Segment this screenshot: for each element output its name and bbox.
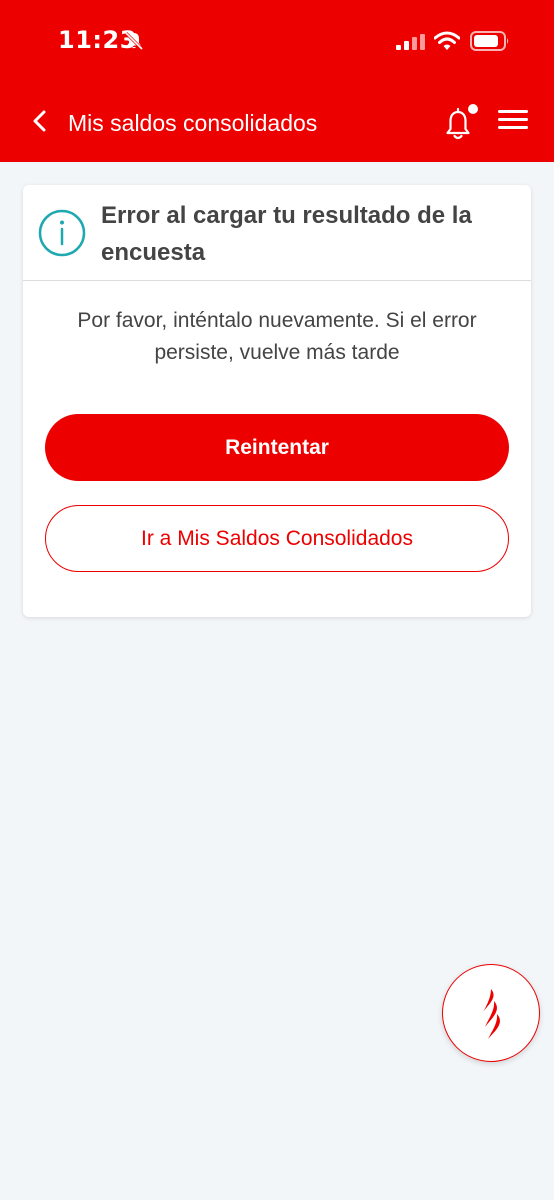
notifications-button[interactable] (442, 104, 480, 144)
info-icon (38, 209, 86, 257)
chevron-left-icon[interactable] (30, 110, 50, 132)
error-message: Por favor, inténtalo nuevamente. Si el e… (77, 309, 477, 364)
bell-off-icon (124, 31, 144, 51)
go-to-saldos-button[interactable]: Ir a Mis Saldos Consolidados (45, 505, 509, 572)
battery-icon (470, 31, 509, 51)
menu-button[interactable] (498, 110, 530, 136)
wifi-icon (434, 31, 460, 50)
retry-button[interactable]: Reintentar (45, 414, 509, 481)
status-bar: 11:23 (0, 0, 554, 84)
navigation-bar: Mis saldos consolidados (0, 96, 554, 152)
error-card-header: Error al cargar tu resultado de la encue… (23, 185, 531, 281)
hamburger-menu-icon (498, 110, 528, 113)
notification-badge (468, 104, 478, 114)
app-header: 11:23 Mis saldos consolidados (0, 0, 554, 162)
assistant-fab[interactable] (442, 964, 540, 1062)
signal-icon (396, 34, 425, 50)
error-card: Error al cargar tu resultado de la encue… (23, 185, 531, 617)
page-title: Mis saldos consolidados (68, 110, 318, 136)
santander-flame-icon (483, 989, 500, 1039)
error-title: Error al cargar tu resultado de la encue… (101, 202, 472, 266)
